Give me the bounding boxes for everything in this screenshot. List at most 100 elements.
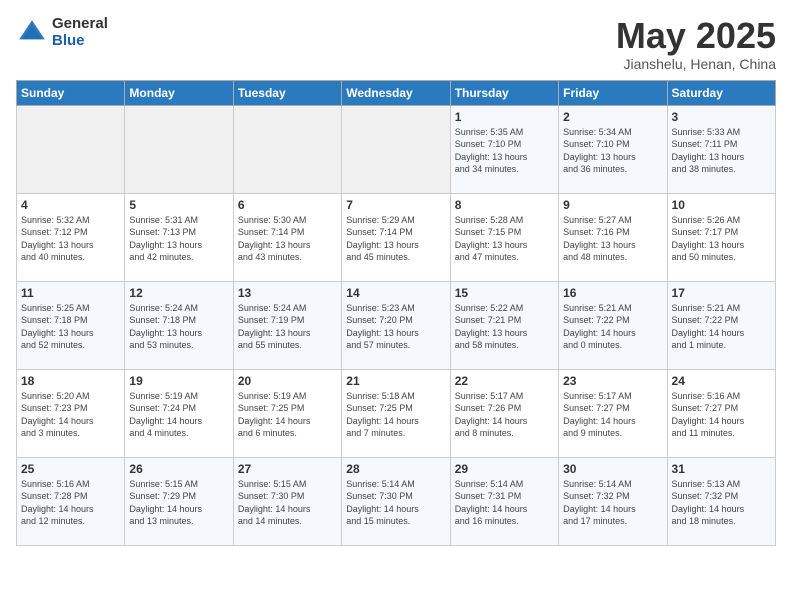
calendar-cell: 10Sunrise: 5:26 AM Sunset: 7:17 PM Dayli… [667,193,775,281]
day-number: 7 [346,198,445,212]
calendar-cell: 18 Sunrise: 5:20 AM Sunset: 7:23 PM Dayli… [17,369,125,457]
week-row-3: 11 Sunrise: 5:25 AM Sunset: 7:18 PM Dayli… [17,281,776,369]
calendar-cell [342,105,450,193]
calendar-cell: 14Sunrise: 5:23 AM Sunset: 7:20 PM Dayli… [342,281,450,369]
cell-content: Sunrise: 5:14 AM Sunset: 7:30 PM Dayligh… [346,478,445,528]
calendar-cell: 26 Sunrise: 5:15 AM Sunset: 7:29 PM Dayli… [125,457,233,545]
cell-content: Sunrise: 5:17 AM Sunset: 7:26 PM Dayligh… [455,390,554,440]
day-number: 18 [21,374,120,388]
day-number: 26 [129,462,228,476]
cell-content: Sunrise: 5:24 AM Sunset: 7:19 PM Dayligh… [238,302,337,352]
day-number: 28 [346,462,445,476]
week-row-4: 18 Sunrise: 5:20 AM Sunset: 7:23 PM Dayli… [17,369,776,457]
day-number: 8 [455,198,554,212]
calendar-cell [17,105,125,193]
calendar-cell: 4Sunrise: 5:32 AM Sunset: 7:12 PM Daylig… [17,193,125,281]
header-thursday: Thursday [450,80,558,105]
day-number: 1 [455,110,554,124]
day-number: 15 [455,286,554,300]
calendar-cell: 31Sunrise: 5:13 AM Sunset: 7:32 PM Dayli… [667,457,775,545]
day-number: 23 [563,374,662,388]
day-number: 31 [672,462,771,476]
day-number: 30 [563,462,662,476]
calendar-cell: 11 Sunrise: 5:25 AM Sunset: 7:18 PM Dayli… [17,281,125,369]
cell-content: Sunrise: 5:15 AM Sunset: 7:29 PM Dayligh… [129,478,228,528]
cell-content: Sunrise: 5:34 AM Sunset: 7:10 PM Dayligh… [563,126,662,176]
cell-content: Sunrise: 5:33 AM Sunset: 7:11 PM Dayligh… [672,126,771,176]
cell-content: Sunrise: 5:17 AM Sunset: 7:27 PM Dayligh… [563,390,662,440]
calendar-cell: 1 Sunrise: 5:35 AM Sunset: 7:10 PM Daylig… [450,105,558,193]
calendar-cell: 19Sunrise: 5:19 AM Sunset: 7:24 PM Dayli… [125,369,233,457]
cell-content: Sunrise: 5:21 AM Sunset: 7:22 PM Dayligh… [672,302,771,352]
cell-content: Sunrise: 5:22 AM Sunset: 7:21 PM Dayligh… [455,302,554,352]
calendar-cell: 29 Sunrise: 5:14 AM Sunset: 7:31 PM Dayli… [450,457,558,545]
calendar-cell: 17 Sunrise: 5:21 AM Sunset: 7:22 PM Dayli… [667,281,775,369]
header-wednesday: Wednesday [342,80,450,105]
page-header: General Blue May 2025 Jianshelu, Henan, … [16,16,776,72]
calendar-cell: 24Sunrise: 5:16 AM Sunset: 7:27 PM Dayli… [667,369,775,457]
calendar-cell: 13Sunrise: 5:24 AM Sunset: 7:19 PM Dayli… [233,281,341,369]
calendar-cell [125,105,233,193]
calendar-cell: 6 Sunrise: 5:30 AM Sunset: 7:14 PM Daylig… [233,193,341,281]
day-number: 2 [563,110,662,124]
calendar-cell: 3 Sunrise: 5:33 AM Sunset: 7:11 PM Daylig… [667,105,775,193]
day-number: 25 [21,462,120,476]
day-number: 9 [563,198,662,212]
logo-blue-text: Blue [52,33,108,50]
calendar-cell: 27 Sunrise: 5:15 AM Sunset: 7:30 PM Dayli… [233,457,341,545]
calendar-cell: 5Sunrise: 5:31 AM Sunset: 7:13 PM Daylig… [125,193,233,281]
header-row: SundayMondayTuesdayWednesdayThursdayFrid… [17,80,776,105]
header-friday: Friday [559,80,667,105]
calendar-cell: 21Sunrise: 5:18 AM Sunset: 7:25 PM Dayli… [342,369,450,457]
calendar-cell: 22 Sunrise: 5:17 AM Sunset: 7:26 PM Dayli… [450,369,558,457]
calendar-cell: 16Sunrise: 5:21 AM Sunset: 7:22 PM Dayli… [559,281,667,369]
day-number: 29 [455,462,554,476]
cell-content: Sunrise: 5:25 AM Sunset: 7:18 PM Dayligh… [21,302,120,352]
cell-content: Sunrise: 5:16 AM Sunset: 7:28 PM Dayligh… [21,478,120,528]
cell-content: Sunrise: 5:14 AM Sunset: 7:31 PM Dayligh… [455,478,554,528]
day-number: 11 [21,286,120,300]
day-number: 3 [672,110,771,124]
logo-icon [16,17,48,49]
calendar-cell: 25 Sunrise: 5:16 AM Sunset: 7:28 PM Dayli… [17,457,125,545]
cell-content: Sunrise: 5:15 AM Sunset: 7:30 PM Dayligh… [238,478,337,528]
cell-content: Sunrise: 5:18 AM Sunset: 7:25 PM Dayligh… [346,390,445,440]
calendar-body: 1 Sunrise: 5:35 AM Sunset: 7:10 PM Daylig… [17,105,776,545]
day-number: 27 [238,462,337,476]
title-block: May 2025 Jianshelu, Henan, China [616,16,776,72]
week-row-2: 4Sunrise: 5:32 AM Sunset: 7:12 PM Daylig… [17,193,776,281]
header-tuesday: Tuesday [233,80,341,105]
calendar-header: SundayMondayTuesdayWednesdayThursdayFrid… [17,80,776,105]
calendar-cell: 15 Sunrise: 5:22 AM Sunset: 7:21 PM Dayli… [450,281,558,369]
cell-content: Sunrise: 5:28 AM Sunset: 7:15 PM Dayligh… [455,214,554,264]
day-number: 5 [129,198,228,212]
day-number: 17 [672,286,771,300]
cell-content: Sunrise: 5:30 AM Sunset: 7:14 PM Dayligh… [238,214,337,264]
logo-text: General Blue [52,16,108,49]
cell-content: Sunrise: 5:23 AM Sunset: 7:20 PM Dayligh… [346,302,445,352]
calendar-cell: 9Sunrise: 5:27 AM Sunset: 7:16 PM Daylig… [559,193,667,281]
cell-content: Sunrise: 5:20 AM Sunset: 7:23 PM Dayligh… [21,390,120,440]
calendar-cell: 20 Sunrise: 5:19 AM Sunset: 7:25 PM Dayli… [233,369,341,457]
calendar-cell [233,105,341,193]
cell-content: Sunrise: 5:19 AM Sunset: 7:25 PM Dayligh… [238,390,337,440]
month-title: May 2025 [616,16,776,56]
day-number: 20 [238,374,337,388]
day-number: 6 [238,198,337,212]
cell-content: Sunrise: 5:29 AM Sunset: 7:14 PM Dayligh… [346,214,445,264]
day-number: 22 [455,374,554,388]
day-number: 12 [129,286,228,300]
day-number: 4 [21,198,120,212]
logo: General Blue [16,16,108,49]
week-row-1: 1 Sunrise: 5:35 AM Sunset: 7:10 PM Daylig… [17,105,776,193]
header-sunday: Sunday [17,80,125,105]
header-monday: Monday [125,80,233,105]
calendar-cell: 7 Sunrise: 5:29 AM Sunset: 7:14 PM Daylig… [342,193,450,281]
cell-content: Sunrise: 5:24 AM Sunset: 7:18 PM Dayligh… [129,302,228,352]
header-saturday: Saturday [667,80,775,105]
cell-content: Sunrise: 5:14 AM Sunset: 7:32 PM Dayligh… [563,478,662,528]
cell-content: Sunrise: 5:16 AM Sunset: 7:27 PM Dayligh… [672,390,771,440]
location-text: Jianshelu, Henan, China [616,56,776,72]
logo-general-text: General [52,16,108,33]
cell-content: Sunrise: 5:35 AM Sunset: 7:10 PM Dayligh… [455,126,554,176]
